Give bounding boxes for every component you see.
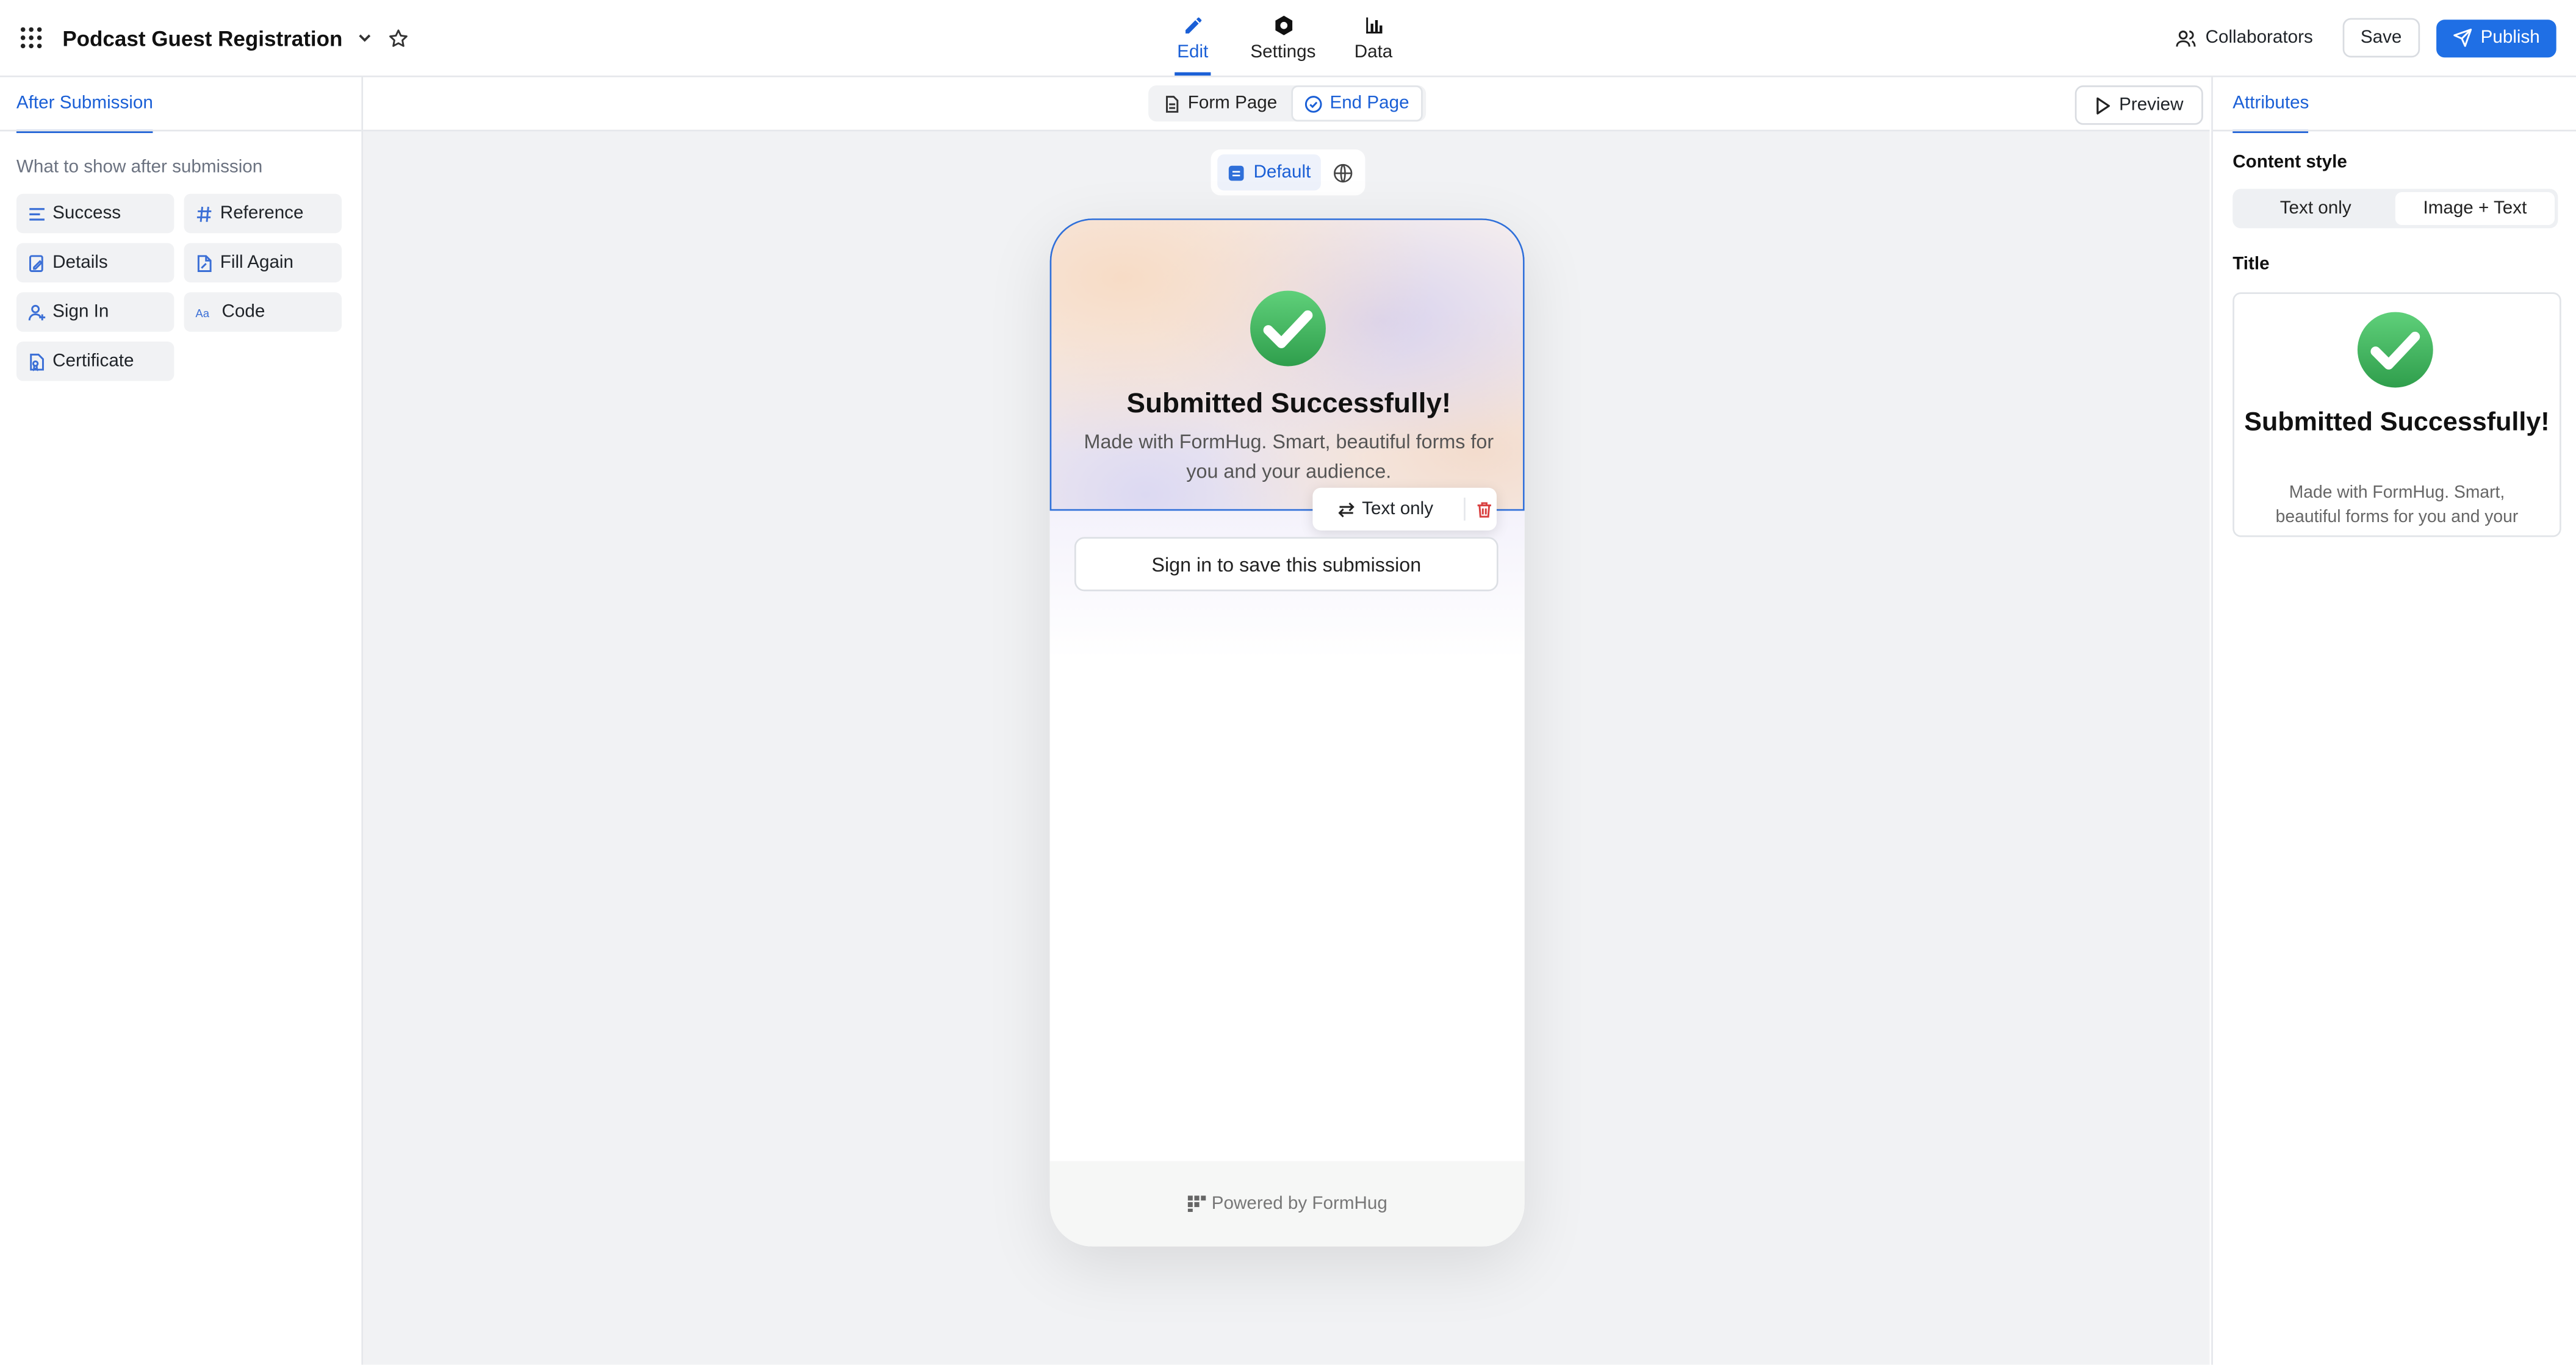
publish-label: Publish	[2480, 27, 2540, 48]
section-subtitle: What to show after submission	[16, 157, 263, 177]
lines-icon	[28, 204, 46, 223]
success-check-icon	[2357, 312, 2433, 388]
block-label: Fill Again	[220, 253, 294, 273]
sign-in-save-button[interactable]: Sign in to save this submission	[1074, 537, 1498, 592]
block-label: Details	[52, 253, 108, 273]
text-code-icon: Aa	[195, 303, 215, 321]
star-icon[interactable]	[389, 27, 410, 48]
svg-text:Aa: Aa	[195, 306, 209, 319]
block-success[interactable]: Success	[16, 193, 174, 234]
tab-end-page-label: End Page	[1329, 93, 1409, 113]
canvas-toolbar: Form Page End Page Preview	[363, 77, 2210, 132]
tab-attributes[interactable]: Attributes	[2232, 77, 2309, 134]
send-icon	[2453, 28, 2472, 48]
formhug-logo-icon	[1187, 1195, 1206, 1213]
title-editor[interactable]: Submitted Successfully! Made with FormHu…	[2232, 292, 2561, 537]
document-pen-icon	[195, 254, 214, 272]
block-label: Reference	[220, 203, 304, 224]
check-circle-icon	[1305, 95, 1323, 113]
page-switcher: Form Page End Page	[1148, 85, 1426, 122]
switch-style-button[interactable]: Text only	[1312, 500, 1455, 519]
success-title: Submitted Successfully!	[1126, 387, 1452, 419]
tab-settings-label: Settings	[1250, 41, 1316, 62]
tab-data[interactable]: Data	[1331, 0, 1416, 76]
document-edit-icon	[28, 254, 46, 272]
tab-end-page[interactable]: End Page	[1292, 85, 1423, 122]
collaborators-button[interactable]: Collaborators	[2163, 20, 2326, 56]
success-block[interactable]: Submitted Successfully! Made with FormHu…	[1049, 218, 1525, 511]
language-switcher: Default	[1211, 149, 1365, 196]
success-check-icon	[1250, 290, 1326, 367]
publish-button[interactable]: Publish	[2436, 18, 2556, 57]
block-label: Sign In	[52, 302, 109, 322]
preview-label: Preview	[2119, 95, 2184, 115]
trash-icon[interactable]	[1475, 500, 1494, 518]
tab-data-label: Data	[1354, 41, 1393, 62]
block-label: Success	[52, 203, 121, 224]
title-preview-description: Made with FormHug. Smart, beautiful form…	[2275, 482, 2519, 528]
gear-icon	[1272, 14, 1293, 35]
swap-icon	[1337, 500, 1356, 518]
block-label: Code	[221, 302, 265, 322]
divider	[2212, 129, 2576, 132]
language-default-label: Default	[1253, 162, 1311, 182]
switch-style-label: Text only	[1362, 499, 1434, 519]
globe-icon[interactable]	[1327, 162, 1358, 183]
tab-edit-label: Edit	[1177, 41, 1209, 62]
top-bar-left: Podcast Guest Registration	[20, 0, 409, 76]
collaborators-label: Collaborators	[2205, 27, 2313, 48]
apps-grid-icon[interactable]	[20, 26, 43, 49]
tab-after-submission[interactable]: After Submission	[16, 77, 153, 134]
block-toolbar: Text only	[1312, 487, 1497, 531]
pencil-icon	[1182, 14, 1203, 35]
preview-button[interactable]: Preview	[2074, 85, 2203, 125]
users-icon	[2176, 27, 2197, 48]
form-title[interactable]: Podcast Guest Registration	[62, 26, 342, 50]
user-plus-icon	[28, 303, 46, 321]
app-root: Podcast Guest Registration Edit Settings	[0, 0, 2576, 1365]
option-text-only[interactable]: Text only	[2236, 192, 2395, 225]
title-preview-text: Submitted Successfully!	[2244, 409, 2550, 437]
toolbar-divider	[1464, 497, 1466, 521]
editor-canvas: Form Page End Page Preview Default Submi…	[363, 77, 2210, 1365]
top-bar-actions: Collaborators Save Publish	[2163, 0, 2556, 76]
powered-by-label: Powered by FormHug	[1211, 1194, 1387, 1214]
tab-edit[interactable]: Edit	[1150, 0, 1236, 76]
certificate-icon	[28, 353, 46, 371]
tab-form-page[interactable]: Form Page	[1152, 87, 1289, 120]
bar-chart-icon	[1363, 14, 1384, 35]
block-list: Success Reference Details Fill Again Sig…	[16, 193, 345, 381]
phone-preview: Submitted Successfully! Made with FormHu…	[1049, 218, 1525, 1247]
tab-form-page-label: Form Page	[1187, 93, 1278, 113]
title-section-label: Title	[2232, 254, 2270, 274]
chevron-down-icon[interactable]	[356, 28, 375, 48]
hash-icon	[195, 204, 214, 223]
play-icon	[2095, 96, 2111, 115]
top-bar: Podcast Guest Registration Edit Settings	[0, 0, 2576, 77]
success-description: Made with FormHug. Smart, beautiful form…	[1084, 430, 1494, 483]
left-panel: After Submission What to show after subm…	[0, 77, 364, 1365]
block-label: Certificate	[52, 351, 134, 371]
right-panel: Attributes Content style Text only Image…	[2211, 77, 2576, 1365]
block-reference[interactable]: Reference	[184, 193, 342, 234]
document-icon	[1163, 95, 1181, 113]
option-image-text[interactable]: Image + Text	[2395, 192, 2555, 225]
divider	[0, 129, 362, 132]
content-style-toggle: Text only Image + Text	[2232, 188, 2558, 229]
save-label: Save	[2360, 27, 2402, 48]
powered-by-footer[interactable]: Powered by FormHug	[1049, 1161, 1525, 1247]
block-sign-in[interactable]: Sign In	[16, 292, 174, 332]
block-certificate[interactable]: Certificate	[16, 342, 174, 381]
block-code[interactable]: Aa Code	[184, 292, 342, 332]
language-flag-icon	[1227, 163, 1245, 182]
save-button[interactable]: Save	[2342, 18, 2420, 58]
mode-tabs: Edit Settings Data	[1150, 0, 1416, 76]
tab-settings[interactable]: Settings	[1236, 0, 1331, 76]
block-details[interactable]: Details	[16, 243, 174, 283]
language-default-button[interactable]: Default	[1217, 154, 1321, 191]
block-fill-again[interactable]: Fill Again	[184, 243, 342, 283]
content-style-label: Content style	[2232, 152, 2347, 173]
